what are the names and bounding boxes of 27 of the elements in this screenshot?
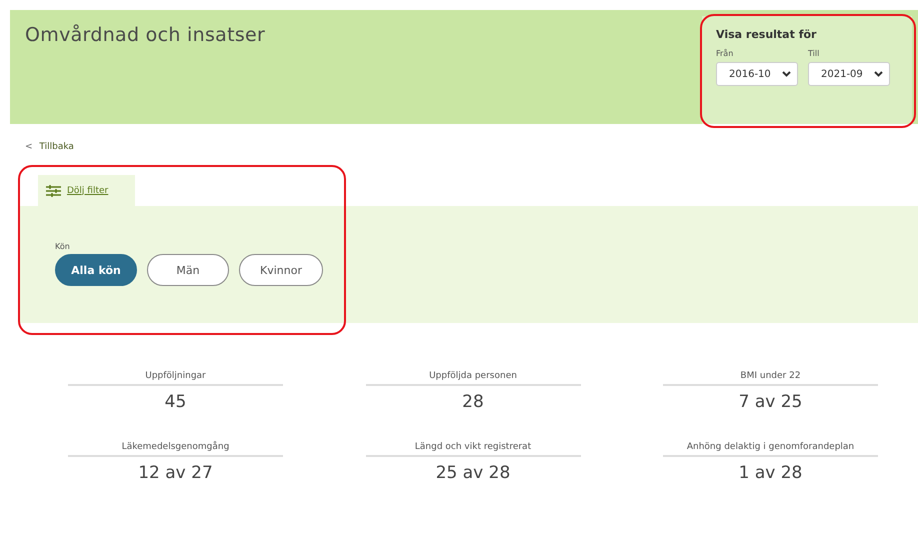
field-label: Till bbox=[808, 49, 820, 58]
stat-label: Anhöng delaktig i genomforandeplan bbox=[663, 442, 878, 457]
gender-label: Kön bbox=[55, 242, 71, 251]
stat-value: 45 bbox=[164, 392, 186, 412]
gender-option-button[interactable]: Män bbox=[147, 254, 229, 286]
gender-option-button[interactable]: Alla kön bbox=[55, 254, 137, 286]
chevron-icon bbox=[874, 71, 883, 77]
stat-value: 12 av 27 bbox=[138, 463, 213, 483]
month-dropdown[interactable]: 2016-10 bbox=[716, 62, 798, 86]
stat-value: 1 av 28 bbox=[738, 463, 802, 483]
stat-value: 25 av 28 bbox=[436, 463, 510, 483]
stat-label: BMI under 22 bbox=[663, 371, 878, 386]
month-dropdown[interactable]: 2021-09 bbox=[808, 62, 890, 86]
page-title: Omvårdnad och insatser bbox=[25, 24, 266, 48]
back-link[interactable]: < Tillbaka bbox=[25, 142, 918, 152]
hide-filter-link[interactable]: Dölj filter bbox=[67, 186, 108, 196]
gender-option-button[interactable]: Kvinnor bbox=[239, 254, 323, 286]
chevron-icon bbox=[782, 71, 791, 77]
stat-label: Uppföljningar bbox=[68, 371, 283, 386]
period-title: Visa resultat för bbox=[716, 28, 818, 41]
stat-label: Längd och vikt registrerat bbox=[366, 442, 580, 457]
stat-label: Läkemedelsgenomgång bbox=[68, 442, 283, 457]
stat-value: 28 bbox=[462, 392, 484, 412]
field-label: Från bbox=[716, 49, 734, 58]
sliders-icon bbox=[46, 184, 61, 196]
stat-label: Uppföljda personen bbox=[366, 371, 580, 386]
stat-value: 7 av 25 bbox=[738, 392, 802, 412]
